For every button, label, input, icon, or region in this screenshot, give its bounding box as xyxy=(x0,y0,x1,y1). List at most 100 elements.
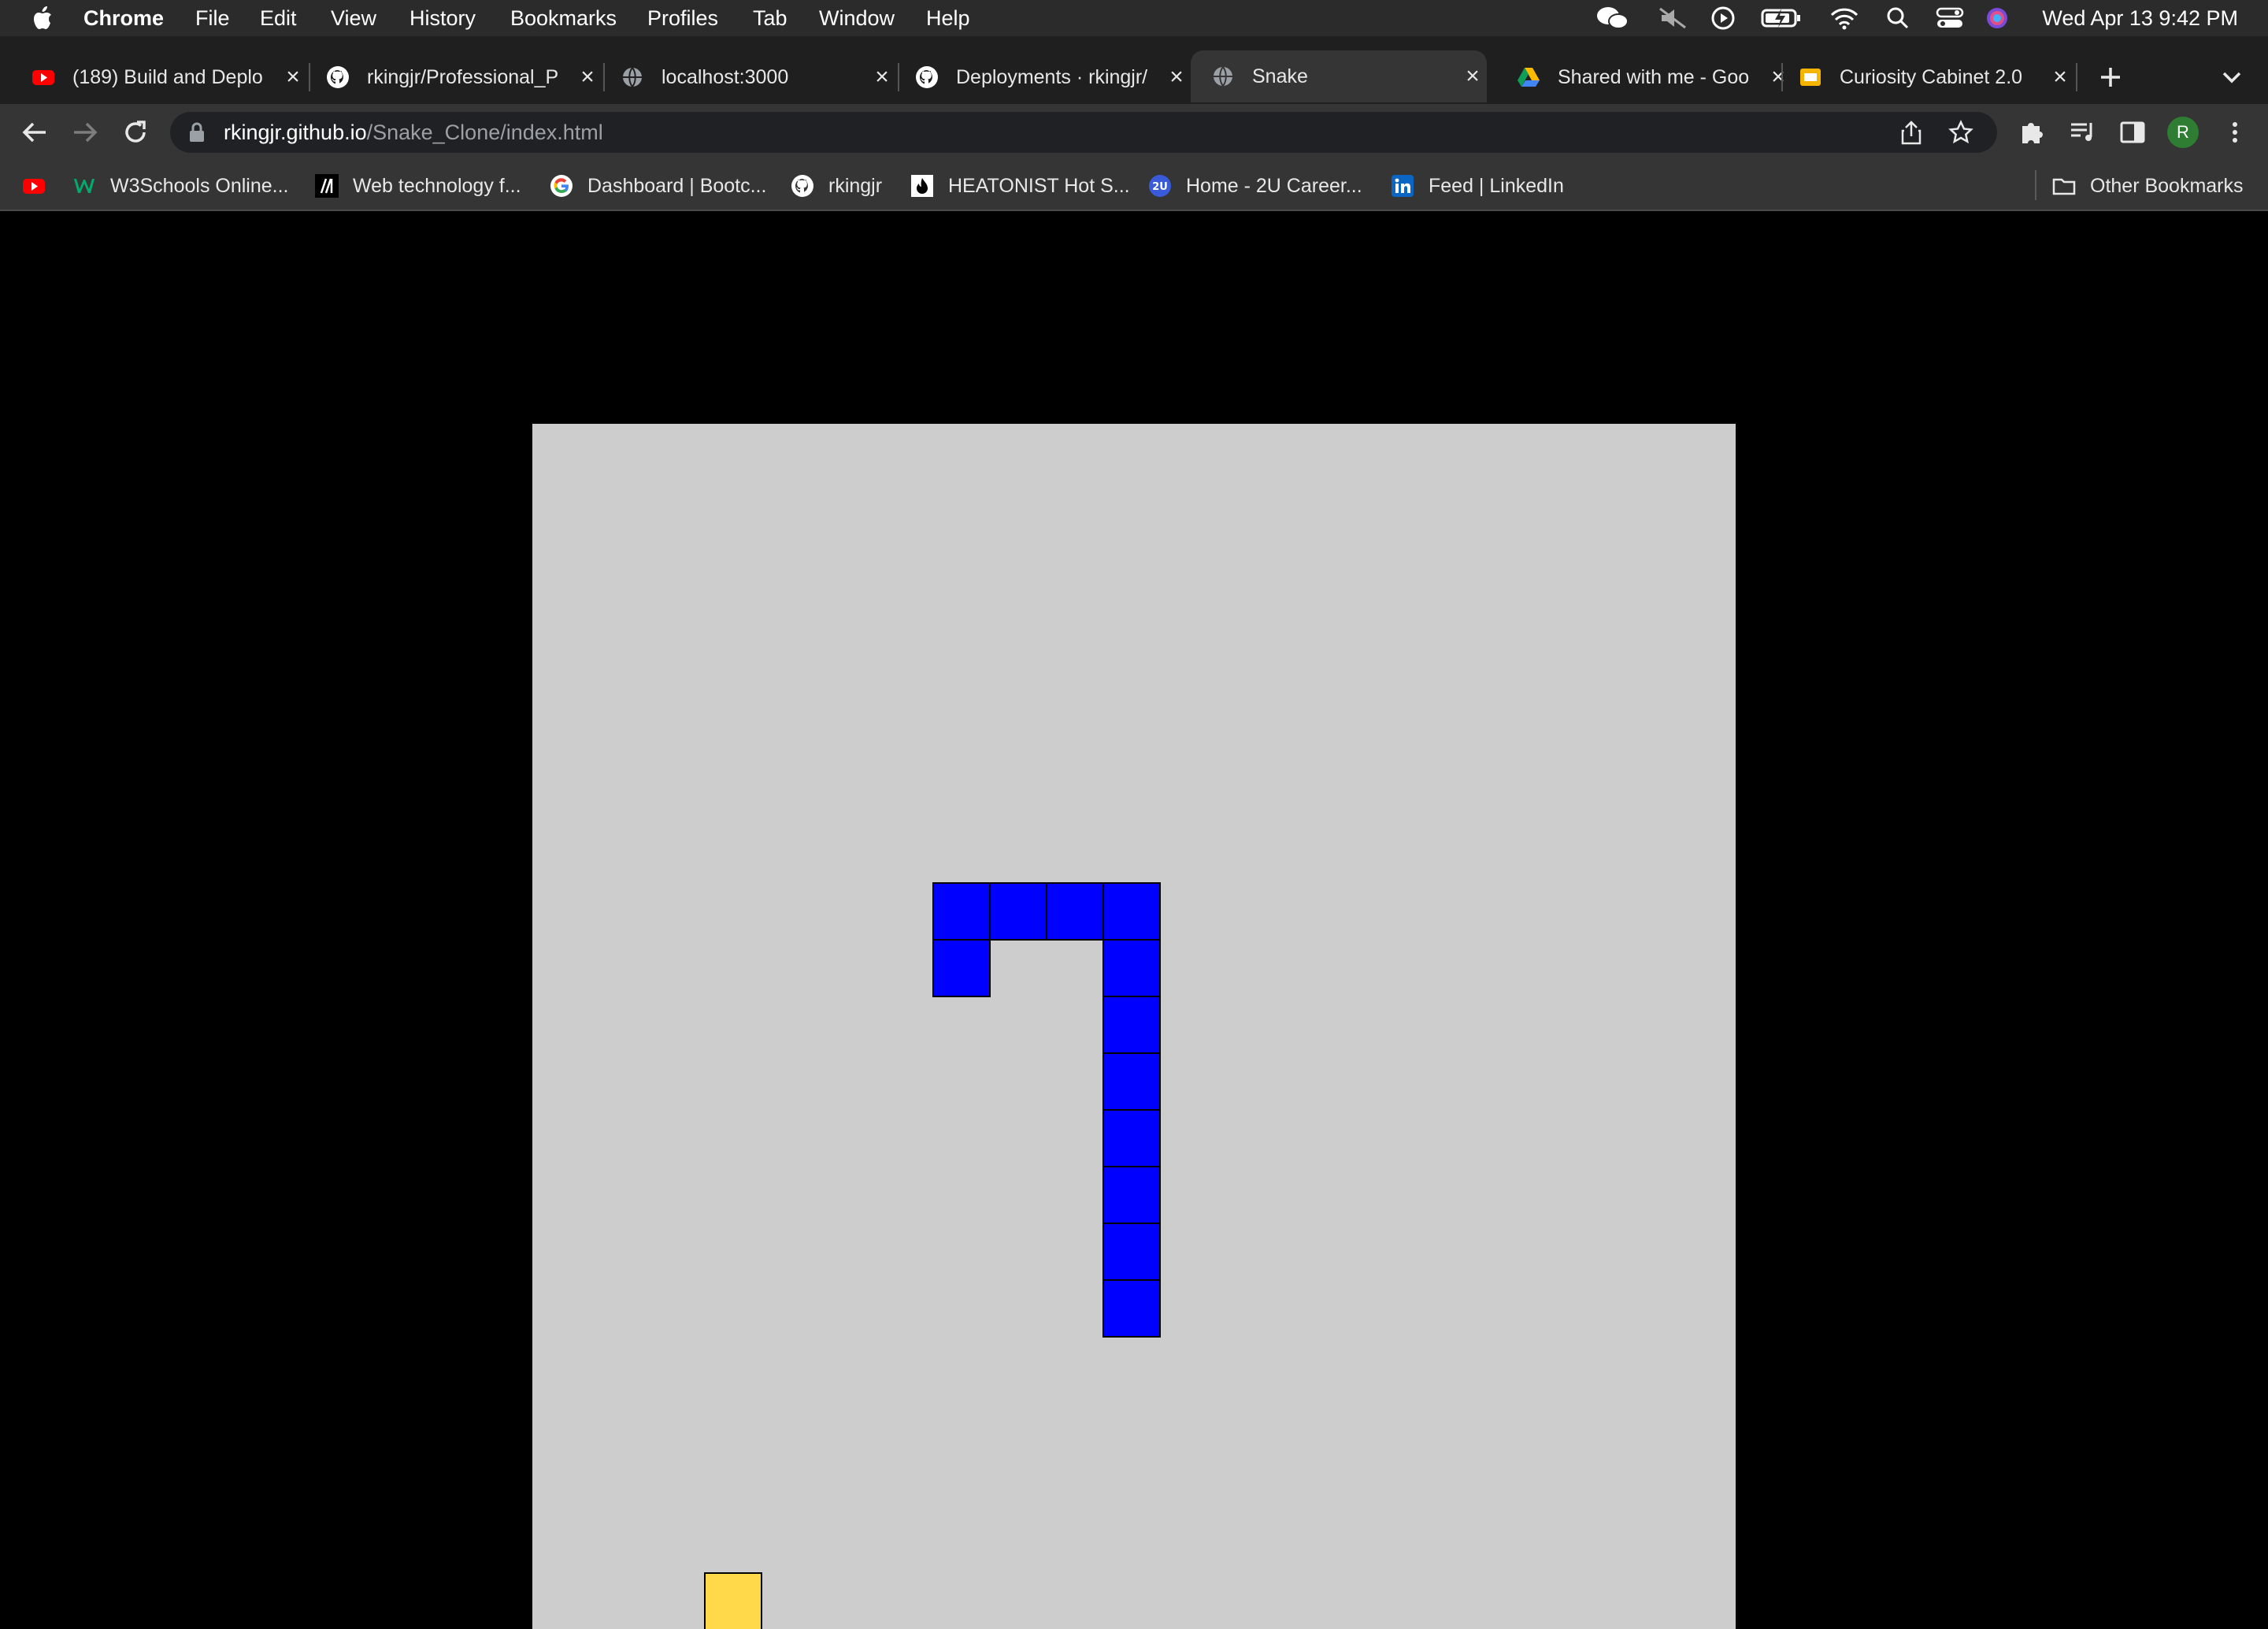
github-icon xyxy=(327,66,349,88)
bookmark-dashboard-bootcamp[interactable]: Dashboard | Bootc... xyxy=(550,173,766,199)
tab-github-deployments[interactable]: Deployments · rkingjr/ × xyxy=(884,52,1191,102)
extensions-puzzle-icon[interactable] xyxy=(2014,115,2049,150)
apple-icon[interactable] xyxy=(30,4,54,32)
bookmark-2u-career[interactable]: 2U Home - 2U Career... xyxy=(1148,173,1362,199)
menu-tab[interactable]: Tab xyxy=(753,5,788,32)
menu-help[interactable]: Help xyxy=(926,5,970,32)
tab-close-icon[interactable]: × xyxy=(2046,64,2074,91)
bookmarks-bar: W3Schools Online... Web technology f... … xyxy=(0,161,2268,211)
linkedin-icon xyxy=(1392,175,1414,197)
github-icon xyxy=(916,66,938,88)
snake-segment xyxy=(989,882,1047,941)
snake-segment xyxy=(1102,1052,1161,1111)
bookmark-label: Other Bookmarks xyxy=(2090,174,2244,197)
wifi-icon[interactable] xyxy=(1829,6,1860,31)
tab-close-icon[interactable]: × xyxy=(1458,63,1487,90)
snake-segment xyxy=(1102,1166,1161,1224)
menu-bookmarks[interactable]: Bookmarks xyxy=(510,5,617,32)
food-pellet xyxy=(704,1572,762,1629)
menu-file[interactable]: File xyxy=(195,5,230,32)
menu-profiles[interactable]: Profiles xyxy=(647,5,718,32)
bookmark-heatonist[interactable]: HEATONIST Hot S... xyxy=(910,173,1130,199)
menu-app-name[interactable]: Chrome xyxy=(83,5,164,32)
bookmarks-divider xyxy=(2035,170,2036,200)
tab-github-professional[interactable]: rkingjr/Professional_P × xyxy=(295,52,602,102)
tab-title: (189) Build and Deplo xyxy=(72,65,263,88)
wechat-icon[interactable] xyxy=(1595,6,1630,31)
url-path: /Snake_Clone/index.html xyxy=(366,121,603,144)
svg-text:2U: 2U xyxy=(1152,181,1168,193)
globe-icon xyxy=(1214,66,1232,87)
tab-youtube[interactable]: (189) Build and Deplo × xyxy=(0,52,307,102)
snake-segment xyxy=(1102,1109,1161,1167)
share-icon[interactable] xyxy=(1899,120,1923,145)
bookmark-star-icon[interactable] xyxy=(1948,120,1973,145)
tab-title: Deployments · rkingjr/ xyxy=(956,65,1148,88)
bookmark-mdn[interactable]: Web technology f... xyxy=(315,173,521,199)
tab-google-drive[interactable]: Shared with me - Goo × xyxy=(1485,52,1792,102)
snake-segment xyxy=(932,939,991,997)
menu-edit[interactable]: Edit xyxy=(260,5,297,32)
tab-snake-active[interactable]: Snake × xyxy=(1191,50,1487,102)
url-text[interactable]: rkingjr.github.io/Snake_Clone/index.html xyxy=(224,120,603,145)
game-board[interactable] xyxy=(532,424,1736,1629)
tab-title: localhost:3000 xyxy=(662,65,789,88)
snake-segment xyxy=(1102,1223,1161,1281)
page-viewport xyxy=(0,211,2268,1629)
forward-arrow-icon[interactable] xyxy=(68,115,102,150)
lock-icon[interactable] xyxy=(187,121,206,143)
2u-icon: 2U xyxy=(1149,175,1171,197)
tab-search-chevron-down-icon[interactable] xyxy=(2219,66,2244,88)
youtube-icon xyxy=(32,70,54,85)
back-arrow-icon[interactable] xyxy=(17,115,52,150)
bookmark-label: Web technology f... xyxy=(353,174,521,197)
url-host: rkingjr.github.io xyxy=(224,121,367,144)
tab-title: Snake xyxy=(1252,65,1308,87)
new-tab-plus-icon[interactable] xyxy=(2096,63,2125,91)
more-options-icon[interactable] xyxy=(2218,115,2252,150)
play-circle-icon[interactable] xyxy=(1710,6,1736,31)
heatonist-icon xyxy=(911,175,933,197)
reload-icon[interactable] xyxy=(118,115,153,150)
bookmark-rkingjr-github[interactable]: rkingjr xyxy=(791,173,882,199)
bookmark-other-bookmarks[interactable]: Other Bookmarks xyxy=(2052,173,2244,199)
slides-icon xyxy=(1800,69,1821,86)
menu-window[interactable]: Window xyxy=(819,5,895,32)
macos-menu-bar: Chrome File Edit View History Bookmarks … xyxy=(0,0,2268,36)
tab-separator xyxy=(2076,63,2077,91)
bookmark-label: HEATONIST Hot S... xyxy=(948,174,1130,197)
profile-avatar[interactable]: R xyxy=(2167,117,2199,148)
mute-icon[interactable] xyxy=(1657,6,1688,31)
side-panel-icon[interactable] xyxy=(2115,115,2150,150)
mdn-icon xyxy=(315,174,339,198)
globe-icon xyxy=(623,67,642,87)
w3schools-icon xyxy=(74,179,94,193)
bookmark-label: rkingjr xyxy=(828,174,883,197)
github-icon xyxy=(791,175,813,197)
siri-icon[interactable] xyxy=(1984,6,2010,31)
snake-segment xyxy=(1102,1279,1161,1338)
menubar-clock[interactable]: Wed Apr 13 9:42 PM xyxy=(2042,5,2238,32)
tab-close-icon[interactable]: × xyxy=(1162,64,1191,91)
bookmark-linkedin[interactable]: Feed | LinkedIn xyxy=(1391,173,1564,199)
tab-curiosity-cabinet[interactable]: Curiosity Cabinet 2.0 × xyxy=(1767,52,2074,102)
menu-view[interactable]: View xyxy=(331,5,376,32)
tab-title: Shared with me - Goo xyxy=(1558,65,1750,88)
battery-icon[interactable] xyxy=(1761,6,1802,31)
tab-title: rkingjr/Professional_P xyxy=(367,65,559,88)
snake-segment xyxy=(1102,996,1161,1054)
control-center-icon[interactable] xyxy=(1936,6,1964,31)
youtube-icon xyxy=(23,179,45,194)
address-bar[interactable]: rkingjr.github.io/Snake_Clone/index.html xyxy=(170,112,1997,153)
tab-localhost[interactable]: localhost:3000 × xyxy=(589,52,896,102)
folder-icon xyxy=(2052,178,2076,195)
google-icon xyxy=(550,175,573,197)
bookmark-label: Dashboard | Bootc... xyxy=(587,174,767,197)
media-control-icon[interactable] xyxy=(2065,115,2099,150)
menu-history[interactable]: History xyxy=(410,5,476,32)
bookmark-youtube[interactable] xyxy=(22,173,46,199)
bookmark-label: W3Schools Online... xyxy=(110,174,289,197)
snake-segment xyxy=(1102,882,1161,941)
bookmark-w3schools[interactable]: W3Schools Online... xyxy=(72,173,289,199)
spotlight-search-icon[interactable] xyxy=(1885,6,1910,31)
